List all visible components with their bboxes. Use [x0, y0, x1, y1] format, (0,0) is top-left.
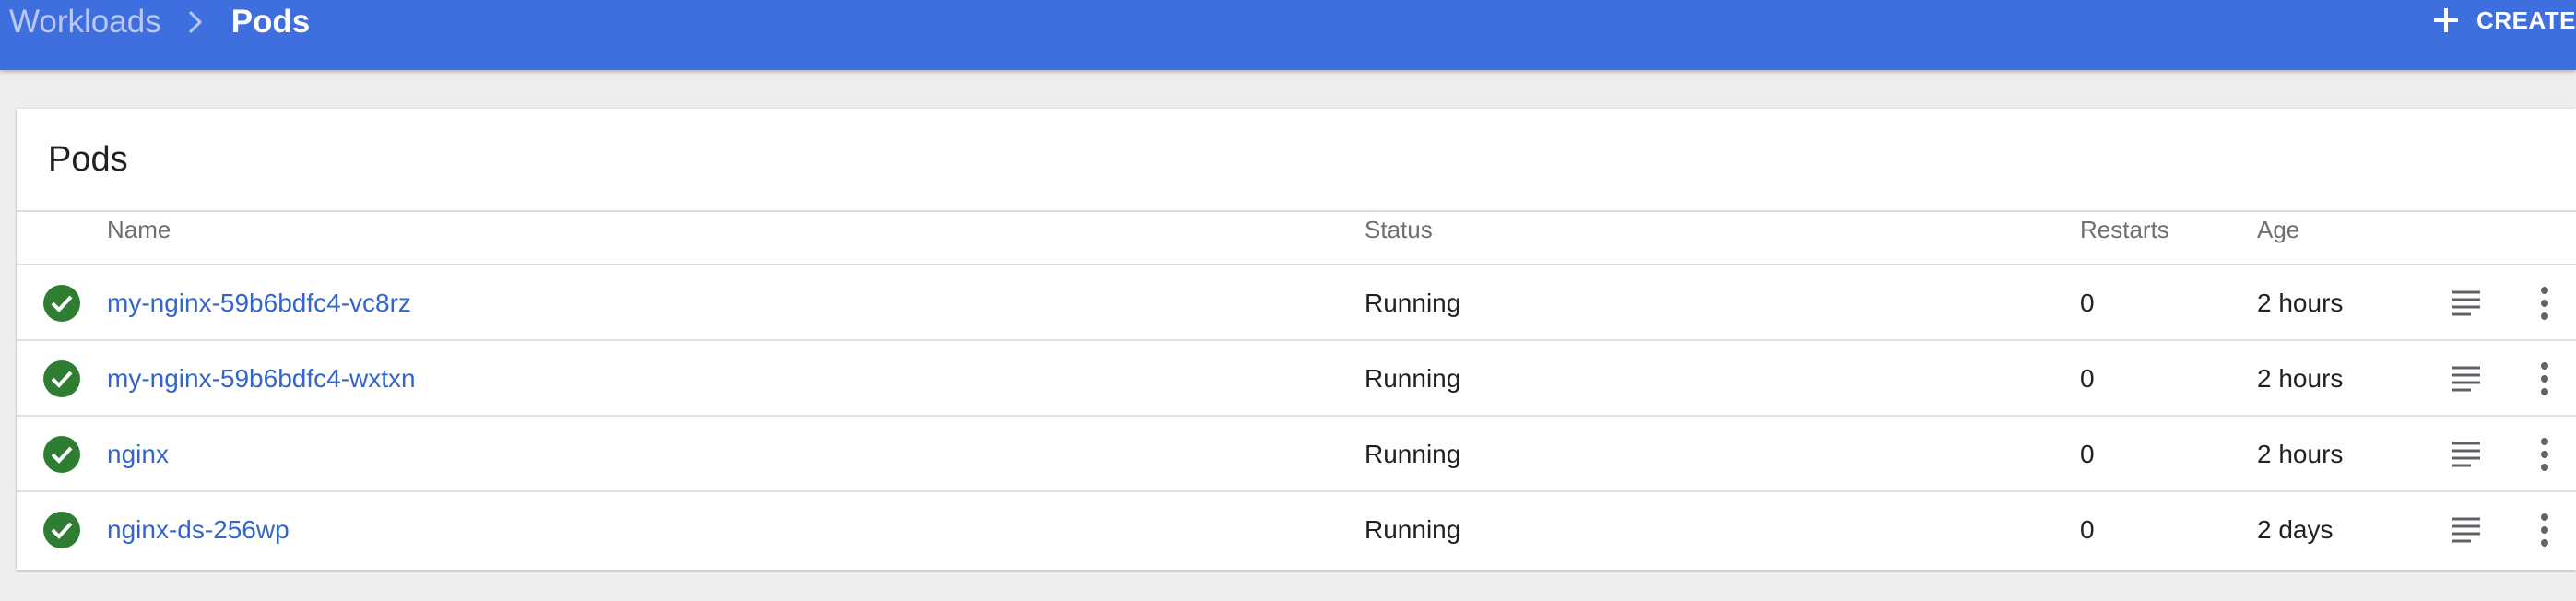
logs-icon[interactable] — [2451, 514, 2482, 546]
plus-icon — [2434, 8, 2459, 32]
breadcrumb-current: Pods — [230, 4, 311, 40]
pod-age: 2 hours — [2257, 289, 2344, 317]
check-circle-icon — [43, 360, 80, 397]
pod-age: 2 hours — [2257, 364, 2344, 393]
pod-restarts: 0 — [2080, 289, 2095, 317]
pod-age: 2 hours — [2257, 440, 2344, 468]
card-title: Pods — [48, 140, 128, 179]
breadcrumb-workloads-link[interactable]: Workloads — [9, 4, 161, 41]
pod-status: Running — [1365, 289, 1461, 317]
pod-name-link[interactable]: nginx — [107, 417, 169, 492]
logs-icon[interactable] — [2451, 439, 2482, 470]
create-button-label: CREATE — [2476, 6, 2576, 34]
check-circle-icon — [43, 285, 80, 322]
pods-card: Pods Name Status Restarts Age my-nginx-5… — [17, 109, 2576, 570]
create-button[interactable]: CREATE — [2423, 0, 2576, 41]
check-circle-icon — [43, 436, 80, 473]
table-row: nginx Running 0 2 hours — [17, 417, 2576, 492]
column-header-status[interactable]: Status — [1365, 210, 1433, 249]
more-vert-icon[interactable] — [2539, 513, 2550, 548]
pod-status: Running — [1365, 515, 1461, 544]
pod-restarts: 0 — [2080, 440, 2095, 468]
column-header-age[interactable]: Age — [2257, 210, 2299, 249]
pod-name-link[interactable]: my-nginx-59b6bdfc4-vc8rz — [107, 265, 411, 341]
chevron-right-icon — [178, 0, 215, 44]
breadcrumb: Workloads Pods — [9, 0, 310, 44]
check-circle-icon — [43, 512, 80, 548]
table-row: my-nginx-59b6bdfc4-vc8rz Running 0 2 hou… — [17, 265, 2576, 341]
column-header-restarts[interactable]: Restarts — [2080, 210, 2169, 249]
table-row: nginx-ds-256wp Running 0 2 days — [17, 492, 2576, 568]
table-row: my-nginx-59b6bdfc4-wxtxn Running 0 2 hou… — [17, 341, 2576, 417]
more-vert-icon[interactable] — [2539, 286, 2550, 321]
column-header-name[interactable]: Name — [107, 210, 171, 249]
pod-name-link[interactable]: nginx-ds-256wp — [107, 492, 290, 568]
pod-restarts: 0 — [2080, 515, 2095, 544]
logs-icon[interactable] — [2451, 288, 2482, 319]
more-vert-icon[interactable] — [2539, 361, 2550, 396]
pod-age: 2 days — [2257, 515, 2334, 544]
pod-restarts: 0 — [2080, 364, 2095, 393]
logs-icon[interactable] — [2451, 363, 2482, 395]
top-app-bar: Workloads Pods CREATE — [0, 0, 2576, 70]
pod-name-link[interactable]: my-nginx-59b6bdfc4-wxtxn — [107, 341, 416, 417]
pod-status: Running — [1365, 364, 1461, 393]
pod-status: Running — [1365, 440, 1461, 468]
divider — [17, 210, 2576, 212]
more-vert-icon[interactable] — [2539, 437, 2550, 472]
